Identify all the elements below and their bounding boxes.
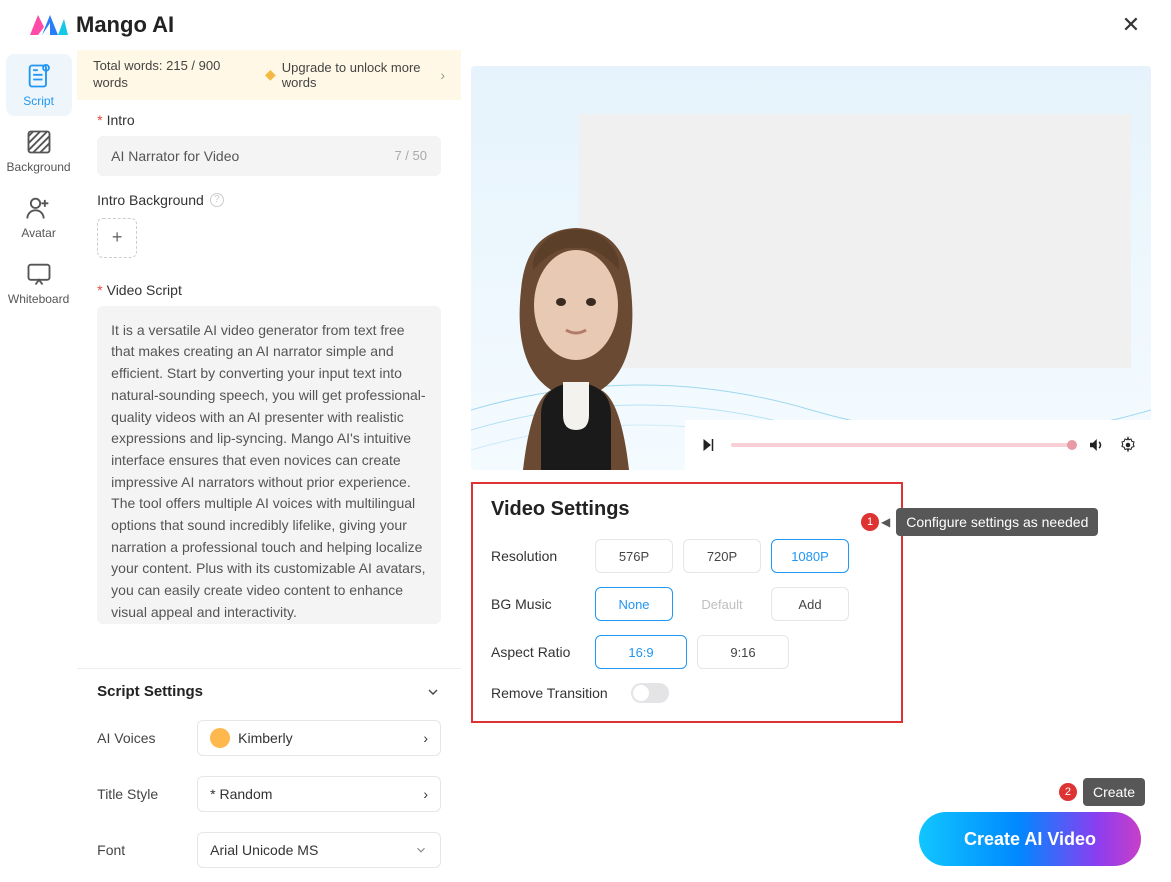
script-settings-toggle[interactable]: Script Settings xyxy=(77,669,461,714)
upgrade-text: Upgrade to unlock more words xyxy=(282,60,435,90)
callout-text: Configure settings as needed xyxy=(896,508,1098,536)
intro-background-label: Intro Background ? xyxy=(97,192,441,208)
sidebar-item-whiteboard[interactable]: Whiteboard xyxy=(6,252,72,314)
bg-music-add[interactable]: Add xyxy=(771,587,849,621)
play-icon[interactable] xyxy=(699,436,717,454)
bg-music-default[interactable]: Default xyxy=(683,587,761,621)
callout-badge: 2 xyxy=(1059,783,1077,801)
video-settings-box: Video Settings Resolution 576P 720P 1080… xyxy=(471,482,903,723)
intro-label: *Intro xyxy=(97,112,441,128)
avatar-figure xyxy=(471,200,681,470)
intro-count: 7 / 50 xyxy=(394,148,427,163)
resolution-576p[interactable]: 576P xyxy=(595,539,673,573)
chevron-down-icon xyxy=(425,684,441,700)
volume-icon[interactable] xyxy=(1087,436,1105,454)
preview-canvas xyxy=(471,66,1151,470)
aspect-16-9[interactable]: 16:9 xyxy=(595,635,687,669)
close-icon[interactable]: ✕ xyxy=(1119,12,1143,38)
gear-icon[interactable] xyxy=(1119,436,1137,454)
sidebar: Script Background Avatar Whiteboard xyxy=(0,50,77,882)
script-settings-title: Script Settings xyxy=(97,683,203,700)
brand-logo: Mango AI xyxy=(28,12,174,38)
avatar-icon xyxy=(25,194,53,222)
callout-1: 1 ◀ Configure settings as needed xyxy=(861,508,1098,536)
resolution-720p[interactable]: 720P xyxy=(683,539,761,573)
remove-transition-label: Remove Transition xyxy=(491,685,631,701)
sidebar-item-script[interactable]: Script xyxy=(6,54,72,116)
callout-badge: 1 xyxy=(861,513,879,531)
remove-transition-toggle[interactable] xyxy=(631,683,669,703)
chevron-right-icon: › xyxy=(423,730,428,746)
video-script-input[interactable]: It is a versatile AI video generator fro… xyxy=(97,306,441,624)
add-background-button[interactable]: + xyxy=(97,218,137,258)
chevron-right-icon: › xyxy=(423,786,428,802)
upgrade-link[interactable]: ◆ Upgrade to unlock more words › xyxy=(265,60,445,90)
create-ai-video-button[interactable]: Create AI Video xyxy=(919,812,1141,866)
words-bar: Total words: 215 / 900 words ◆ Upgrade t… xyxy=(77,50,461,100)
ai-voices-label: AI Voices xyxy=(97,730,197,746)
resolution-label: Resolution xyxy=(491,548,595,564)
script-panel: Total words: 215 / 900 words ◆ Upgrade t… xyxy=(77,50,461,882)
sidebar-item-label: Background xyxy=(7,160,71,174)
total-words: Total words: 215 / 900 words xyxy=(93,58,253,92)
whiteboard-icon xyxy=(25,260,53,288)
brand-name: Mango AI xyxy=(76,12,174,38)
preview-area: Video Settings Resolution 576P 720P 1080… xyxy=(461,50,1171,882)
sidebar-item-label: Avatar xyxy=(21,226,55,240)
callout-arrow-icon: ◀ xyxy=(881,515,890,529)
callout-2: 2 Create xyxy=(1059,778,1145,806)
diamond-icon: ◆ xyxy=(265,66,276,83)
controls-bar xyxy=(685,420,1151,470)
aspect-9-16[interactable]: 9:16 xyxy=(697,635,789,669)
font-select[interactable]: Arial Unicode MS xyxy=(197,832,441,868)
chevron-right-icon: › xyxy=(440,67,445,83)
bg-music-none[interactable]: None xyxy=(595,587,673,621)
title-style-label: Title Style xyxy=(97,786,197,802)
resolution-1080p[interactable]: 1080P xyxy=(771,539,849,573)
callout-text: Create xyxy=(1083,778,1145,806)
video-settings-title: Video Settings xyxy=(491,498,883,521)
intro-value: AI Narrator for Video xyxy=(111,148,239,164)
sidebar-item-label: Script xyxy=(23,94,54,108)
ai-voices-select[interactable]: Kimberly › xyxy=(197,720,441,756)
sidebar-item-avatar[interactable]: Avatar xyxy=(6,186,72,248)
chevron-down-icon xyxy=(414,843,428,857)
script-icon xyxy=(25,62,53,90)
progress-track[interactable] xyxy=(731,443,1073,447)
font-label: Font xyxy=(97,842,197,858)
background-icon xyxy=(25,128,53,156)
script-settings-section: Script Settings AI Voices Kimberly › Tit… xyxy=(77,668,461,882)
bg-music-label: BG Music xyxy=(491,596,595,612)
aspect-ratio-label: Aspect Ratio xyxy=(491,644,595,660)
intro-input[interactable]: AI Narrator for Video 7 / 50 xyxy=(97,136,441,176)
sidebar-item-background[interactable]: Background xyxy=(6,120,72,182)
video-script-label: *Video Script xyxy=(97,282,441,298)
title-style-select[interactable]: * Random › xyxy=(197,776,441,812)
logo-icon xyxy=(28,13,68,37)
voice-avatar-icon xyxy=(210,728,230,748)
help-icon[interactable]: ? xyxy=(210,193,224,207)
sidebar-item-label: Whiteboard xyxy=(8,292,69,306)
